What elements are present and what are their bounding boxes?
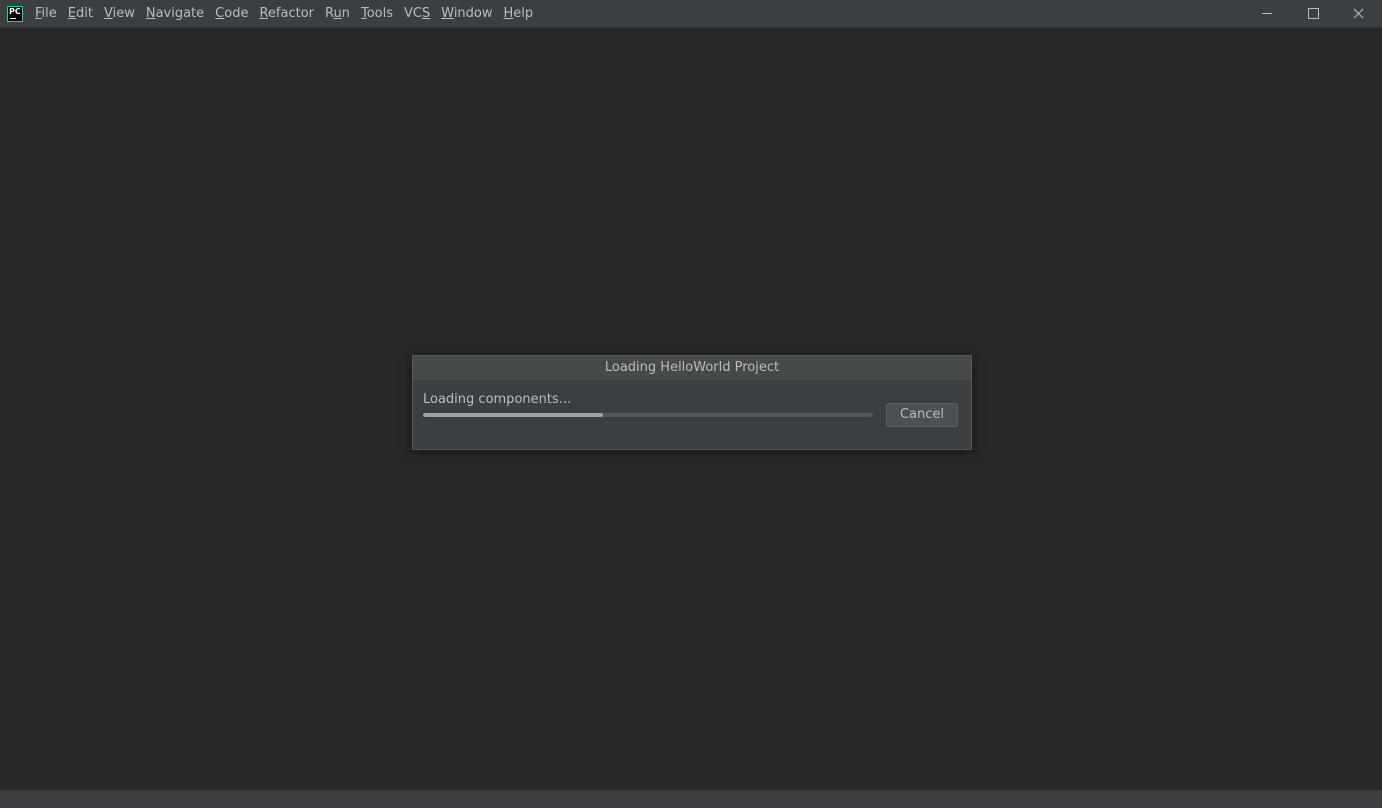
menu-navigate[interactable]: Navigate: [141, 0, 210, 28]
loading-project-dialog: Loading HelloWorld Project Loading compo…: [412, 355, 972, 450]
menu-tools[interactable]: Tools: [356, 0, 399, 28]
close-icon[interactable]: [1336, 0, 1382, 28]
menu-window[interactable]: Window: [436, 0, 498, 28]
menu-bar: File Edit View Navigate Code Refactor Ru…: [30, 0, 539, 28]
menu-file[interactable]: File: [30, 0, 63, 28]
menu-view[interactable]: View: [99, 0, 141, 28]
loading-message: Loading components...: [423, 392, 572, 407]
progress-bar-fill: [423, 413, 603, 417]
status-bar: [0, 790, 1382, 808]
progress-bar: [423, 413, 873, 417]
menu-vcs[interactable]: VCS: [399, 0, 436, 28]
ide-window: PC File Edit View Navigate Code Refactor…: [0, 0, 1382, 808]
menu-help[interactable]: Help: [499, 0, 540, 28]
logo-text: PC: [9, 7, 21, 16]
maximize-icon[interactable]: [1290, 0, 1336, 28]
minimize-icon[interactable]: [1244, 0, 1290, 28]
menu-edit[interactable]: Edit: [63, 0, 99, 28]
menu-code[interactable]: Code: [210, 0, 254, 28]
window-controls: [1244, 0, 1382, 28]
cancel-button[interactable]: Cancel: [886, 403, 958, 427]
pycharm-logo-icon: PC: [7, 6, 23, 22]
dialog-body: Loading components... Cancel: [413, 380, 971, 449]
dialog-title: Loading HelloWorld Project: [413, 356, 971, 380]
menu-refactor[interactable]: Refactor: [254, 0, 320, 28]
title-bar: PC File Edit View Navigate Code Refactor…: [0, 0, 1382, 28]
menu-run[interactable]: Run: [320, 0, 356, 28]
